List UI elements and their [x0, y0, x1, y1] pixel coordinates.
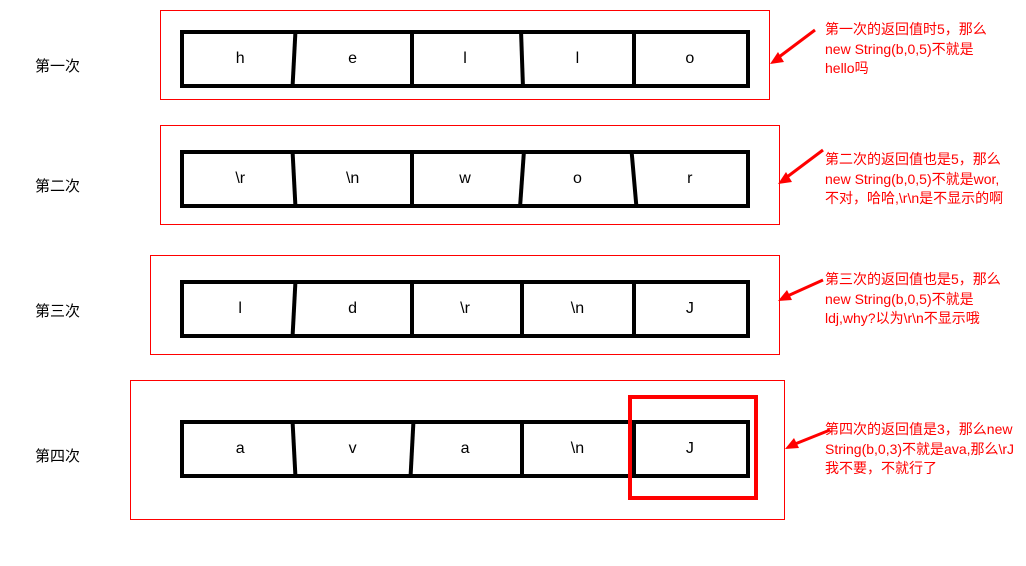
cell: h: [184, 34, 296, 84]
row-label: 第四次: [35, 445, 80, 466]
cell: e: [296, 34, 408, 84]
cell: r: [634, 154, 746, 204]
cell: l: [521, 34, 633, 84]
cell-text: o: [685, 50, 694, 68]
cell-text: \n: [571, 300, 584, 318]
cell-text: J: [686, 300, 694, 318]
buffer-cells: \r \n w o r: [180, 150, 750, 208]
cell-text: l: [576, 50, 580, 68]
cell-text: \n: [571, 440, 584, 458]
cell: o: [521, 154, 633, 204]
cell: \n: [521, 424, 633, 474]
annotation: 第三次的返回值也是5，那么 new String(b,0,5)不就是 ldj,w…: [825, 270, 1001, 329]
cell: v: [296, 424, 408, 474]
cell-text: e: [348, 50, 357, 68]
cell-text: a: [236, 440, 245, 458]
cell-text: l: [238, 300, 242, 318]
cell-text: w: [459, 170, 471, 188]
arrow-icon: [778, 150, 828, 190]
cell-text: r: [687, 170, 692, 188]
row-label: 第三次: [35, 300, 80, 321]
cell-text: l: [463, 50, 467, 68]
cell: \n: [521, 284, 633, 334]
cell: \r: [184, 154, 296, 204]
cell: d: [296, 284, 408, 334]
cell: J: [634, 284, 746, 334]
cell: o: [634, 34, 746, 84]
stale-highlight: [628, 395, 758, 500]
cell-text: o: [573, 170, 582, 188]
cell: l: [409, 34, 521, 84]
arrow-icon: [778, 278, 828, 308]
buffer-cells: h e l l o: [180, 30, 750, 88]
annotation: 第二次的返回值也是5，那么 new String(b,0,5)不就是wor, 不…: [825, 150, 1003, 209]
cell: a: [184, 424, 296, 474]
row-label: 第二次: [35, 175, 80, 196]
cell-text: \n: [346, 170, 359, 188]
cell-text: v: [349, 440, 357, 458]
cell-text: \r: [235, 170, 245, 188]
cell-text: d: [348, 300, 357, 318]
annotation: 第一次的返回值时5，那么 new String(b,0,5)不就是 hello吗: [825, 20, 987, 79]
annotation: 第四次的返回值是3，那么new String(b,0,3)不就是ava,那么\r…: [825, 420, 1014, 479]
cell: \n: [296, 154, 408, 204]
cell: l: [184, 284, 296, 334]
cell: \r: [409, 284, 521, 334]
buffer-cells: l d \r \n J: [180, 280, 750, 338]
cell: w: [409, 154, 521, 204]
cell-text: h: [236, 50, 245, 68]
cell-text: a: [461, 440, 470, 458]
row-label: 第一次: [35, 55, 80, 76]
cell-text: \r: [460, 300, 470, 318]
cell: a: [409, 424, 521, 474]
diagram-canvas: 第一次 h e l l o 第一次的返回值时5，那么 new String(b,…: [0, 0, 1026, 566]
arrow-icon: [770, 30, 820, 70]
